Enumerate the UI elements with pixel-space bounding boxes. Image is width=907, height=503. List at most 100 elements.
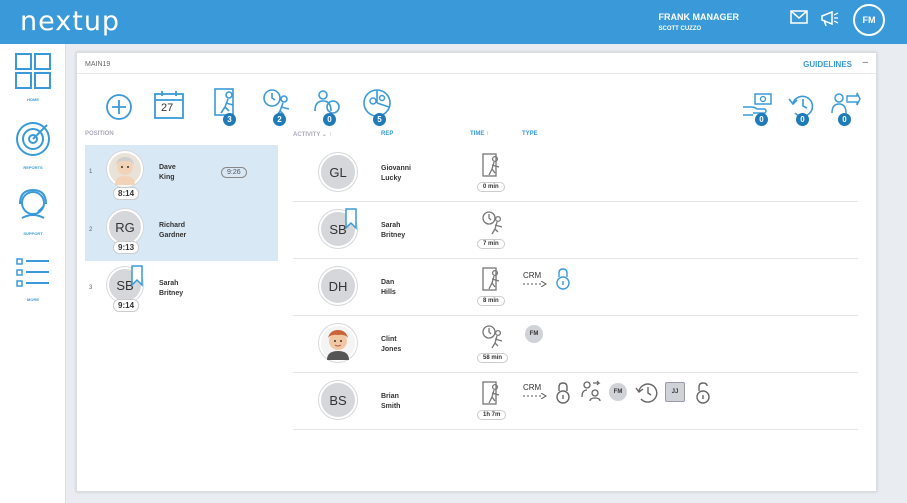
rep-name: Dave King	[159, 163, 176, 183]
position-row[interactable]: 2 RG 9:13 Richard Gardner	[85, 203, 278, 261]
lock-icon[interactable]	[555, 381, 571, 405]
rep-first-name: Giovanni	[381, 165, 411, 172]
announcement-icon[interactable]	[820, 10, 840, 33]
money-count: 0	[755, 113, 768, 126]
header-activity[interactable]: ACTIVITY ⌄ ↑	[293, 131, 332, 138]
dashed-arrow-icon	[523, 393, 547, 399]
rep-name: Clint Jones	[381, 335, 401, 355]
avatar	[319, 324, 357, 362]
person-forward-button[interactable]: 0	[829, 91, 861, 126]
rep-first-name: Dave	[159, 164, 176, 171]
rep-last-name: Britney	[381, 232, 406, 239]
unlock-icon[interactable]	[695, 381, 711, 405]
guidelines-link[interactable]: GUIDELINES	[803, 60, 852, 69]
rep-first-name: Brian	[381, 393, 399, 400]
people-exchange-icon[interactable]	[579, 379, 603, 405]
crm-label: CRM	[523, 383, 542, 392]
activity-time: 0 min	[477, 182, 505, 192]
position-number: 3	[89, 285, 93, 291]
add-button[interactable]	[105, 93, 133, 126]
walk-in-icon	[482, 153, 500, 177]
activity-row[interactable]: SB Sarah Britney 7 min	[293, 202, 858, 259]
rep-chip[interactable]: FM	[525, 325, 543, 343]
rep-chip[interactable]: JJ	[665, 382, 685, 402]
top-bar: nextup FRANK MANAGER SCOTT CUZZO FM	[0, 0, 907, 44]
mail-icon[interactable]	[790, 10, 808, 29]
rep-last-name: King	[159, 174, 175, 181]
rep-name: Giovanni Lucky	[381, 164, 411, 184]
position-time: 9:14	[113, 299, 140, 312]
calendar-button[interactable]: 27	[153, 90, 185, 125]
header-position: POSITION	[85, 131, 114, 137]
rep-name: Sarah Britney	[381, 221, 405, 241]
activity-row[interactable]: GL Giovanni Lucky 0 min	[293, 145, 858, 202]
position-number: 1	[89, 169, 93, 175]
walk-in-icon	[482, 381, 500, 405]
sidebar-item-label: REPORTS	[23, 165, 43, 170]
walk-in-icon	[482, 267, 500, 291]
home-grid-icon	[15, 53, 51, 89]
activity-time: 7 min	[477, 239, 505, 249]
appointment-icon	[482, 211, 503, 235]
appointment-count: 2	[273, 113, 286, 126]
header-time-label: TIME	[470, 131, 485, 137]
rep-last-name: Smith	[381, 403, 401, 410]
forward-count: 0	[838, 113, 851, 126]
sidebar-item-more[interactable]: MORE	[0, 256, 66, 302]
rep-last-name: Hills	[381, 289, 396, 296]
clock-back-icon[interactable]	[635, 381, 659, 405]
money-hand-button[interactable]: 0	[741, 91, 775, 126]
lock-icon[interactable]	[555, 267, 571, 291]
calendar-date: 27	[161, 102, 174, 114]
bookmark-icon	[131, 265, 143, 287]
user-sub: SCOTT CUZZO	[658, 26, 702, 32]
add-icon	[106, 94, 132, 120]
rep-first-name: Clint	[381, 336, 397, 343]
header-type: TYPE	[522, 131, 538, 137]
target-icon	[16, 122, 50, 156]
position-time: 8:14	[113, 187, 140, 200]
header-rep: REP	[381, 131, 394, 137]
pie-person-count: 5	[373, 113, 386, 126]
divider	[77, 73, 876, 74]
activity-row[interactable]: Clint Jones 58 min FM	[293, 316, 858, 373]
rep-name: Sarah Britney	[159, 279, 183, 299]
sidebar-item-label: MORE	[27, 297, 39, 302]
appointment-button[interactable]: 2	[261, 87, 293, 126]
activity-time: 1h 7m	[477, 410, 507, 420]
appointment-icon	[482, 325, 503, 349]
clock-count: 0	[796, 113, 809, 126]
sort-icon: ⌄ ↑	[321, 132, 332, 138]
list-icon	[16, 258, 49, 287]
position-time: 9:13	[113, 241, 140, 254]
user-info: FRANK MANAGER SCOTT CUZZO	[659, 12, 740, 32]
activity-row[interactable]: DH Dan Hills 8 min CRM	[293, 259, 858, 316]
user-avatar[interactable]: FM	[853, 4, 885, 36]
sidebar-item-support[interactable]: SUPPORT	[0, 186, 66, 236]
position-number: 2	[89, 227, 93, 233]
clock-rotate-button[interactable]: 0	[787, 91, 817, 126]
rep-first-name: Sarah	[381, 222, 401, 229]
walk-in-button[interactable]: 3	[211, 87, 241, 126]
rep-last-name: Lucky	[381, 175, 402, 182]
collapse-button[interactable]: –	[862, 57, 868, 68]
sidebar-item-home[interactable]: HOME	[0, 52, 66, 102]
activity-row[interactable]: BS Brian Smith 1h 7m CRM FM JJ	[293, 373, 858, 430]
walk-in-count: 3	[223, 113, 236, 126]
rep-first-name: Richard	[159, 222, 186, 229]
pie-person-button[interactable]: 5	[361, 87, 393, 126]
sidebar-item-reports[interactable]: REPORTS	[0, 120, 66, 170]
main-panel: MAIN19 GUIDELINES – 27 3 2 0 5 0 0 0 POS…	[76, 52, 877, 492]
position-row[interactable]: 1 8:14 Dave King 9:26	[85, 145, 278, 203]
app-logo[interactable]: nextup	[20, 6, 120, 37]
position-row[interactable]: 3 SB 9:14 Sarah Britney	[85, 261, 278, 319]
rep-first-name: Dan	[381, 279, 395, 286]
wait-time: 9:26	[221, 167, 247, 178]
customer-button[interactable]: 0	[311, 87, 343, 126]
headset-icon	[19, 188, 47, 219]
activity-time: 8 min	[477, 296, 505, 306]
rep-name: Dan Hills	[381, 278, 396, 298]
bookmark-icon	[345, 208, 357, 230]
rep-last-name: Gardner	[159, 232, 187, 239]
rep-chip[interactable]: FM	[609, 383, 627, 401]
